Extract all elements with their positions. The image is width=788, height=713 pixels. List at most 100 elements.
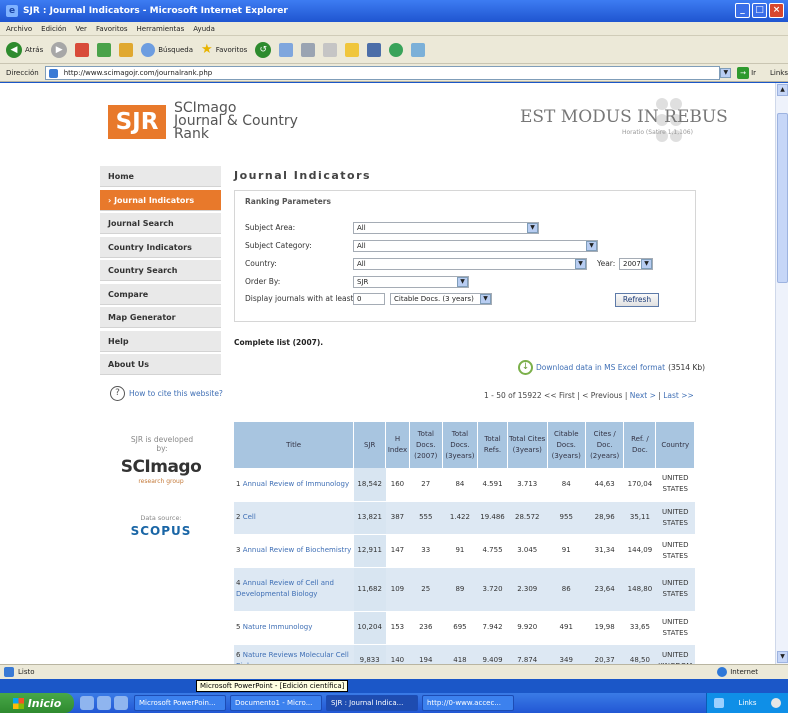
nav-compare[interactable]: Compare: [100, 283, 221, 305]
minimize-button[interactable]: _: [735, 3, 750, 18]
start-button[interactable]: Inicio: [0, 693, 74, 713]
links-button[interactable]: Links: [770, 69, 788, 77]
window-title: SJR : Journal Indicators - Microsoft Int…: [23, 6, 288, 16]
taskbar-item-word[interactable]: Documento1 - Micro...: [230, 695, 322, 711]
chevron-down-icon: ▼: [575, 259, 586, 269]
country-select[interactable]: All ▼: [353, 258, 587, 270]
scroll-down-icon[interactable]: ▼: [777, 651, 788, 663]
pager-first[interactable]: << First: [544, 391, 575, 400]
cite-link[interactable]: ? How to cite this website?: [110, 386, 223, 401]
col-total-docs-3years[interactable]: Total Docs. (3years): [442, 422, 479, 468]
site-motto-source: Horatio (Satire 1,1,106): [622, 129, 693, 136]
menu-archivo[interactable]: Archivo: [6, 25, 32, 33]
refresh-button[interactable]: Refresh: [615, 293, 659, 307]
menu-ver[interactable]: Ver: [76, 25, 87, 33]
sjr-logo[interactable]: SJR: [108, 105, 166, 139]
ie-quicklaunch-icon[interactable]: [97, 696, 111, 710]
journal-title-cell: 6 Nature Reviews Molecular Cell Biology: [234, 644, 354, 664]
messenger-button[interactable]: [389, 42, 404, 57]
maximize-button[interactable]: □: [752, 3, 767, 18]
subject-area-select[interactable]: All ▼: [353, 222, 539, 234]
nav-journal-indicators[interactable]: › Journal Indicators: [100, 189, 221, 211]
col-total-refs[interactable]: Total Refs.: [477, 422, 508, 468]
col-refs-per-doc[interactable]: Ref. / Doc.: [623, 422, 657, 468]
taskbar-item-browser[interactable]: http://0-www.accec...: [422, 695, 514, 711]
citable-cell: 349: [547, 644, 586, 664]
taskbar-item-powerpoint[interactable]: Microsoft PowerPoin...: [134, 695, 226, 711]
col-country[interactable]: Country: [655, 422, 695, 468]
subject-category-select[interactable]: All ▼: [353, 240, 598, 252]
edit-button[interactable]: [323, 42, 338, 57]
close-button[interactable]: ×: [769, 3, 784, 18]
forward-button[interactable]: ▶: [51, 41, 68, 58]
col-total-cites[interactable]: Total Cites (3years): [507, 422, 548, 468]
nav-country-indicators[interactable]: Country Indicators: [100, 236, 221, 258]
tray-volume-icon[interactable]: [770, 698, 781, 708]
tray-network-icon[interactable]: [714, 698, 725, 708]
tray-links[interactable]: Links: [738, 699, 756, 707]
journal-link[interactable]: Annual Review of Cell and Developmental …: [236, 579, 334, 598]
nav-help[interactable]: Help: [100, 330, 221, 352]
research-button[interactable]: [367, 42, 382, 57]
menu-favoritos[interactable]: Favoritos: [96, 25, 128, 33]
folder-button[interactable]: [345, 42, 360, 57]
year-select[interactable]: 2007 ▼: [619, 258, 653, 270]
pager-last[interactable]: Last >>: [663, 391, 694, 400]
mail-button[interactable]: [279, 42, 294, 57]
scimago-logo[interactable]: SCImago: [118, 457, 204, 477]
nav-journal-search[interactable]: Journal Search: [100, 213, 221, 234]
print-button[interactable]: [301, 42, 316, 57]
back-button[interactable]: ◀ Atrás: [6, 41, 43, 58]
history-button[interactable]: ↺: [255, 41, 272, 58]
pager-next[interactable]: Next >: [630, 391, 656, 400]
nav-about-us[interactable]: About Us: [100, 354, 221, 375]
scroll-up-icon[interactable]: ▲: [777, 84, 788, 96]
show-desktop-icon[interactable]: [80, 696, 94, 710]
journal-link[interactable]: Annual Review of Biochemistry: [243, 546, 352, 554]
nav-country-search[interactable]: Country Search: [100, 260, 221, 281]
country-cell: UNITED KINGDOM: [655, 644, 695, 664]
tool-button[interactable]: [411, 42, 426, 57]
excel-download-link[interactable]: Download data in MS Excel format: [536, 363, 665, 372]
citable-docs-select[interactable]: Citable Docs. (3 years) ▼: [390, 293, 492, 305]
taskbar-item-sjr[interactable]: SJR : Journal Indica...: [326, 695, 418, 711]
col-cites-per-doc[interactable]: Cites / Doc. (2years): [585, 422, 625, 468]
address-input[interactable]: http://www.scimagojr.com/journalrank.php: [44, 65, 721, 80]
pager-previous[interactable]: < Previous: [582, 391, 622, 400]
nav-home[interactable]: Home: [100, 166, 221, 187]
scopus-logo[interactable]: SCOPUS: [118, 524, 204, 538]
journal-link[interactable]: Nature Immunology: [243, 623, 313, 631]
nav-map-generator[interactable]: Map Generator: [100, 307, 221, 328]
journal-link[interactable]: Annual Review of Immunology: [243, 480, 349, 488]
home-button[interactable]: [119, 42, 134, 57]
menu-edicion[interactable]: Edición: [41, 25, 66, 33]
journal-link[interactable]: Nature Reviews Molecular Cell Biology: [236, 651, 349, 665]
quick-launch: [80, 696, 128, 710]
complete-list-label: Complete list (2007).: [234, 338, 324, 347]
refresh-button[interactable]: [97, 42, 112, 57]
download-icon[interactable]: ↓: [518, 360, 533, 375]
refs-cell: 19.486: [477, 501, 508, 535]
address-dropdown-icon[interactable]: ▼: [720, 67, 732, 78]
col-citable-docs[interactable]: Citable Docs. (3years): [547, 422, 586, 468]
favorites-button[interactable]: ★ Favoritos: [201, 42, 247, 57]
stop-button[interactable]: [75, 42, 90, 57]
menu-herramientas[interactable]: Herramientas: [137, 25, 185, 33]
col-h-index[interactable]: H Index: [385, 422, 410, 468]
min-count-input[interactable]: 0: [353, 293, 385, 305]
col-sjr[interactable]: SJR: [353, 422, 387, 468]
search-button[interactable]: Búsqueda: [141, 42, 193, 57]
order-by-select[interactable]: SJR ▼: [353, 276, 469, 288]
refs-per-doc-cell: 144,09: [623, 534, 656, 568]
back-arrow-icon: ◀: [6, 41, 22, 58]
chevron-down-icon: ▼: [527, 223, 538, 233]
menu-ayuda[interactable]: Ayuda: [193, 25, 215, 33]
journal-link[interactable]: Cell: [243, 513, 256, 521]
vertical-scrollbar[interactable]: ▲ ▼: [775, 83, 788, 664]
refs-cell: 4.755: [477, 534, 508, 568]
col-title[interactable]: Title: [234, 422, 355, 468]
scroll-thumb[interactable]: [777, 113, 788, 283]
folder-quicklaunch-icon[interactable]: [114, 696, 128, 710]
go-button[interactable]: → Ir: [737, 66, 756, 79]
col-total-docs-2007[interactable]: Total Docs. (2007): [409, 422, 443, 468]
